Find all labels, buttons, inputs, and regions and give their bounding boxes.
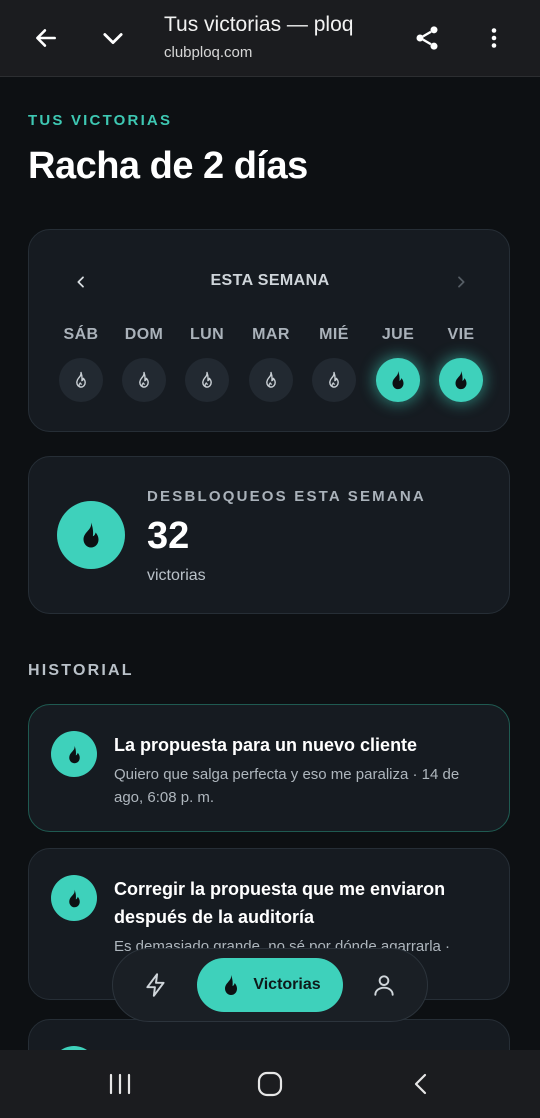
flame-icon [76, 371, 86, 388]
history-item[interactable]: La propuesta para un nuevo cliente Quier… [28, 704, 510, 832]
flame-icon [392, 370, 404, 390]
day-name: VIE [447, 326, 475, 343]
page-url[interactable]: clubploq.com [164, 44, 252, 61]
flame-icon [202, 371, 212, 388]
system-back-button[interactable] [400, 1064, 444, 1104]
tab-title[interactable]: Tus victorias — ploq [164, 13, 353, 37]
chevron-right-icon [458, 276, 465, 288]
unlocks-badge [57, 501, 125, 569]
day-streak-dot [249, 358, 293, 402]
nav-victorias-button[interactable]: Victorias [197, 958, 343, 1012]
nav-unlock-button[interactable] [135, 964, 177, 1006]
collapse-button[interactable] [91, 16, 135, 60]
share-button[interactable] [405, 16, 449, 60]
day-streak-dot [59, 358, 103, 402]
day-streak-dot [312, 358, 356, 402]
browser-toolbar: Tus victorias — ploq clubploq.com [0, 0, 540, 77]
day-name: DOM [124, 326, 164, 343]
home-icon [257, 1071, 283, 1097]
history-section-title: HISTORIAL [28, 662, 134, 679]
unlocks-label: DESBLOQUEOS ESTA SEMANA [147, 488, 426, 505]
day-streak-dot [185, 358, 229, 402]
unlocks-unit: victorias [147, 567, 206, 584]
back-arrow-icon [36, 29, 56, 47]
more-vert-icon [491, 28, 497, 48]
day-cell[interactable]: MAR [241, 326, 301, 402]
day-cell[interactable]: JUE [368, 326, 428, 402]
day-streak-dot [122, 358, 166, 402]
day-name: MIÉ [319, 326, 349, 343]
next-week-button[interactable] [449, 270, 473, 294]
day-cell[interactable]: SÁB [51, 326, 111, 402]
day-cell[interactable]: VIE [431, 326, 491, 402]
flame-icon [83, 522, 99, 548]
system-nav-bar [0, 1050, 540, 1118]
bottom-nav: Victorias [112, 948, 428, 1022]
chevron-down-icon [103, 33, 123, 45]
day-name: MAR [252, 326, 290, 343]
flame-icon [68, 745, 80, 763]
back-button[interactable] [24, 16, 68, 60]
page-eyebrow: TUS VICTORIAS [28, 112, 173, 129]
unlocks-card: DESBLOQUEOS ESTA SEMANA 32 victorias [28, 456, 510, 614]
day-cell[interactable]: MIÉ [304, 326, 364, 402]
week-streak-card: ESTA SEMANA SÁB DOM LUN MAR MIÉ JUE VIE [28, 229, 510, 432]
back-chevron-icon [414, 1073, 427, 1095]
share-icon [416, 26, 438, 50]
day-name: JUE [381, 326, 415, 343]
more-options-button[interactable] [472, 16, 516, 60]
history-item-title: La propuesta para un nuevo cliente [114, 735, 418, 755]
day-name: LUN [189, 326, 225, 343]
history-item-title: Corregir la propuesta que me enviaron de… [114, 879, 446, 927]
flame-icon [329, 371, 339, 388]
home-button[interactable] [248, 1064, 292, 1104]
bolt-icon [146, 973, 165, 997]
history-item-badge [51, 731, 97, 777]
day-streak-dot-active [376, 358, 420, 402]
flame-icon [455, 370, 467, 390]
day-cell[interactable]: DOM [114, 326, 174, 402]
nav-profile-button[interactable] [363, 964, 405, 1006]
flame-icon [68, 889, 80, 907]
user-icon [374, 975, 394, 996]
recent-apps-button[interactable] [98, 1064, 142, 1104]
week-label: ESTA SEMANA [210, 272, 330, 289]
unlocks-count: 32 [147, 515, 190, 557]
flame-icon [139, 371, 149, 388]
history-item-meta: Quiero que salga perfecta y eso me paral… [114, 766, 460, 806]
flame-icon [266, 371, 276, 388]
flame-icon [225, 975, 238, 995]
page-title: Racha de 2 días [28, 145, 308, 187]
history-item-badge [51, 875, 97, 921]
day-name: SÁB [63, 326, 99, 343]
recent-apps-icon [109, 1073, 131, 1095]
day-streak-dot-active [439, 358, 483, 402]
nav-victorias-label: Victorias [253, 976, 321, 993]
day-cell[interactable]: LUN [177, 326, 237, 402]
